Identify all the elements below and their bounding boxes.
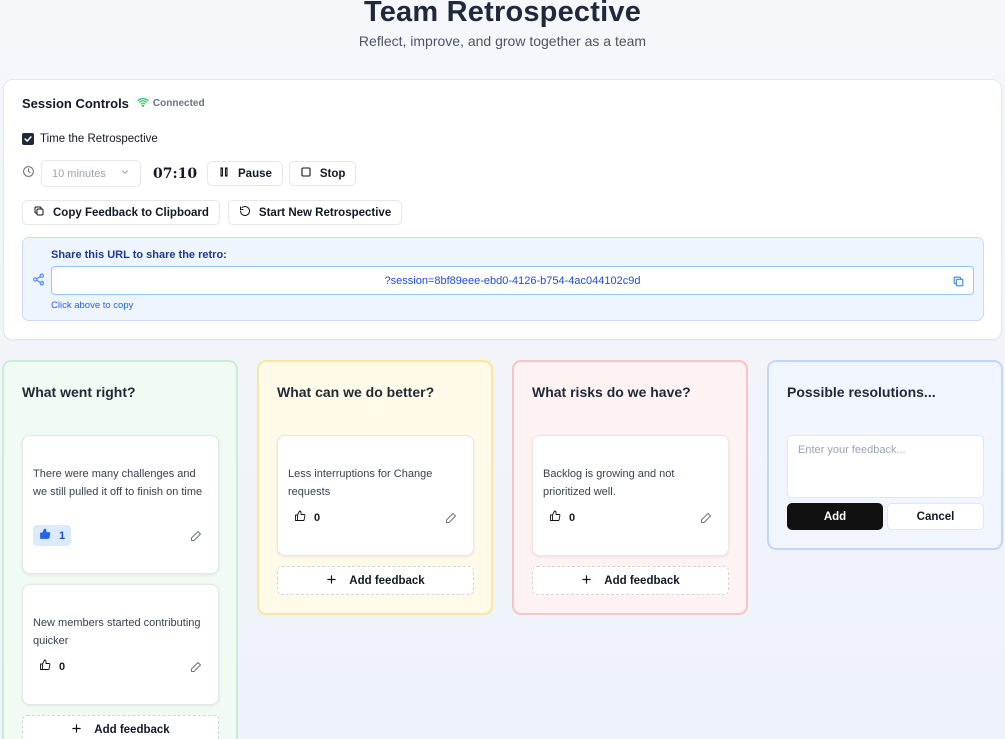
plus-icon: [581, 574, 592, 588]
thumbs-up-icon: [294, 510, 306, 525]
timer-checkbox-label[interactable]: Time the Retrospective: [40, 133, 158, 145]
feedback-text: There were many challenges and we still …: [33, 468, 203, 498]
chevron-down-icon: [120, 167, 130, 180]
feedback-card: Less interruptions for Change requests 0: [277, 435, 474, 556]
duration-select-value: 10 minutes: [52, 167, 106, 180]
thumbs-up-icon: [39, 659, 51, 674]
pause-button[interactable]: Pause: [207, 161, 283, 186]
feedback-text: New members started contributing quicker: [33, 617, 201, 647]
column-title: What risks do we have?: [532, 384, 691, 400]
add-feedback-button[interactable]: Add feedback: [277, 566, 474, 595]
share-url-label: Share this URL to share the retro:: [51, 249, 227, 261]
pencil-icon[interactable]: [700, 511, 712, 529]
page-subtitle: Reflect, improve, and grow together as a…: [358, 33, 647, 49]
add-feedback-label: Add feedback: [349, 574, 425, 587]
feedback-text: Backlog is growing and not prioritized w…: [543, 468, 675, 498]
session-controls-panel: Session Controls Connected Time the Retr…: [3, 79, 1002, 340]
vote-count: 0: [569, 511, 576, 524]
clock-icon: [22, 165, 35, 183]
feedback-textarea[interactable]: Enter your feedback...: [787, 435, 984, 498]
pause-button-label: Pause: [238, 167, 272, 180]
add-feedback-button[interactable]: Add feedback: [532, 566, 729, 595]
session-controls-header: Session Controls Connected: [22, 96, 205, 111]
share-url-hint: Click above to copy: [51, 300, 134, 311]
duration-select[interactable]: 10 minutes: [41, 160, 141, 187]
stop-button[interactable]: Stop: [288, 161, 357, 186]
column-what-went-right: What went right? There were many challen…: [2, 360, 238, 739]
column-title: What went right?: [22, 384, 136, 400]
plus-icon: [326, 574, 337, 588]
plus-icon: [71, 723, 82, 737]
session-actions: Copy Feedback to Clipboard Start New Ret…: [22, 200, 403, 225]
vote-count: 1: [59, 529, 66, 542]
column-what-risks-do-we-have: What risks do we have? Backlog is growin…: [512, 360, 748, 615]
add-feedback-button[interactable]: Add feedback: [22, 715, 219, 739]
copy-icon: [33, 205, 45, 220]
refresh-icon: [239, 205, 251, 220]
column-title: What can we do better?: [277, 384, 435, 400]
feedback-card: New members started contributing quicker…: [22, 584, 219, 705]
session-controls-title: Session Controls: [22, 96, 129, 111]
vote-button[interactable]: 0: [543, 507, 581, 528]
vote-button[interactable]: 0: [33, 656, 71, 677]
feedback-text: Less interruptions for Change requests: [288, 468, 433, 498]
connection-status-label: Connected: [152, 98, 205, 109]
share-url-value: ?session=8bf89eee-ebd0-4126-b754-4ac0441…: [384, 274, 641, 287]
feedback-card: Backlog is growing and not prioritized w…: [532, 435, 729, 556]
copy-feedback-button[interactable]: Copy Feedback to Clipboard: [22, 200, 220, 225]
copy-url-icon[interactable]: [952, 275, 965, 291]
vote-button[interactable]: 1: [33, 525, 72, 546]
page-title: Team Retrospective: [363, 0, 642, 28]
timer-checkbox[interactable]: [22, 133, 34, 145]
share-url-input[interactable]: ?session=8bf89eee-ebd0-4126-b754-4ac0441…: [51, 266, 974, 295]
thumbs-up-icon: [549, 510, 561, 525]
add-button[interactable]: Add: [787, 503, 883, 530]
vote-button[interactable]: 0: [288, 507, 326, 528]
copy-feedback-label: Copy Feedback to Clipboard: [53, 206, 209, 219]
column-possible-resolutions: Possible resolutions... Enter your feedb…: [767, 360, 1003, 550]
share-url-panel: Share this URL to share the retro: ?sess…: [22, 237, 984, 321]
stop-icon: [300, 166, 312, 181]
add-feedback-label: Add feedback: [94, 723, 170, 736]
start-new-retro-label: Start New Retrospective: [258, 206, 392, 219]
time-remaining: 07:10: [153, 165, 198, 182]
timer-toggle-row: Time the Retrospective: [22, 133, 158, 145]
start-new-retro-button[interactable]: Start New Retrospective: [227, 200, 403, 225]
feedback-card: There were many challenges and we still …: [22, 435, 219, 574]
timer-controls: 10 minutes 07:10 Pause Stop: [22, 160, 357, 187]
pause-icon: [218, 166, 230, 181]
pencil-icon[interactable]: [190, 660, 202, 678]
share-icon: [32, 273, 45, 291]
connection-status: Connected: [137, 96, 205, 111]
stop-button-label: Stop: [319, 167, 346, 180]
wifi-icon: [137, 96, 149, 111]
page-header: Team Retrospective Reflect, improve, and…: [0, 0, 1005, 49]
add-feedback-label: Add feedback: [604, 574, 680, 587]
vote-count: 0: [314, 511, 321, 524]
thumbs-up-icon: [39, 528, 51, 543]
pencil-icon[interactable]: [445, 511, 457, 529]
pencil-icon[interactable]: [190, 529, 202, 547]
column-what-can-we-do-better: What can we do better? Less interruption…: [257, 360, 493, 615]
column-title: Possible resolutions...: [787, 384, 936, 400]
vote-count: 0: [59, 660, 66, 673]
cancel-button[interactable]: Cancel: [887, 503, 984, 530]
